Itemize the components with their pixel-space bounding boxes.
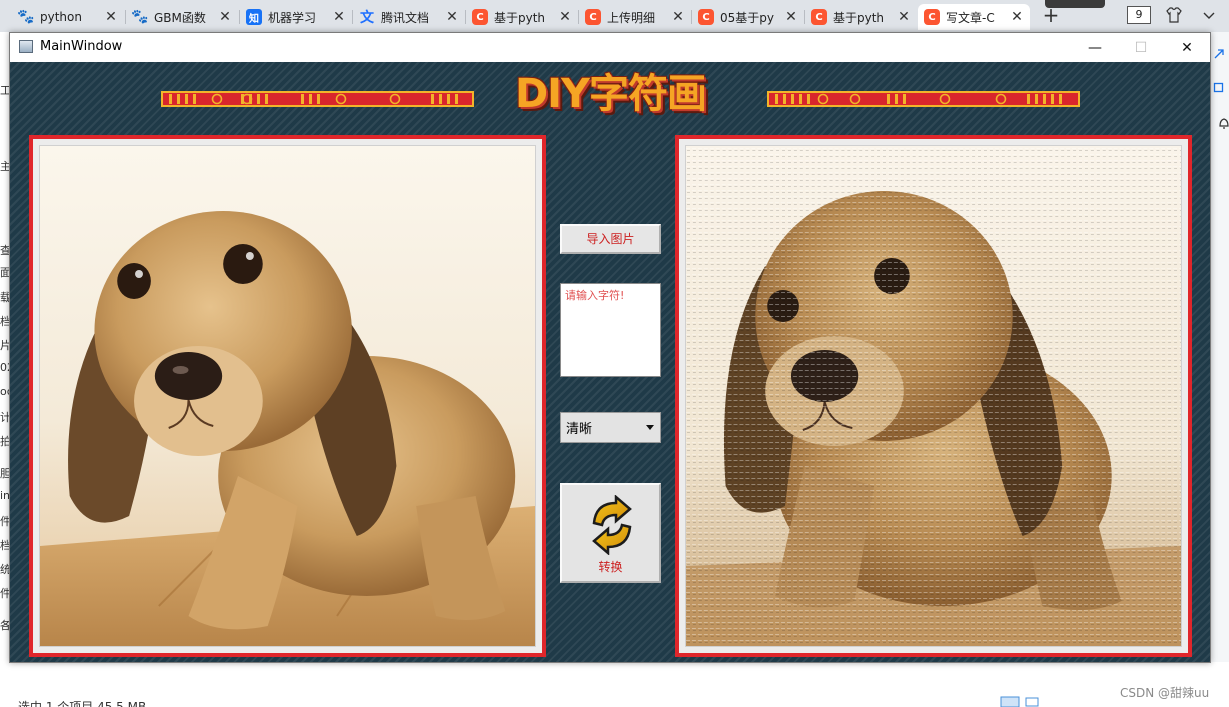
- paw-icon: 🐾: [131, 9, 149, 25]
- convert-button[interactable]: 转换: [560, 483, 661, 583]
- shirt-icon[interactable]: [1165, 6, 1183, 24]
- clarity-select-value: 清晰: [566, 422, 593, 437]
- tab-title: 基于pyth: [494, 10, 546, 25]
- close-icon[interactable]: ✕: [218, 9, 232, 25]
- source-image: [39, 145, 536, 647]
- window-title: MainWindow: [40, 39, 123, 54]
- tab-title: 写文章-C: [946, 10, 995, 25]
- browser-tab[interactable]: C 05基于py ✕: [692, 4, 804, 30]
- browser-tab-active[interactable]: C 写文章-C ✕: [918, 4, 1030, 30]
- explorer-right-remnant: [1210, 32, 1229, 672]
- logo-text: DIY字符画: [514, 71, 707, 117]
- app-canvas: DIY字符画 导入图片 请输入字符! 清晰 转换: [10, 62, 1210, 662]
- status-text: 选中 1 个项目 45.5 MB: [18, 700, 147, 707]
- tencent-docs-icon: 文: [360, 10, 374, 26]
- clarity-select[interactable]: 清晰: [560, 412, 661, 443]
- browser-tab[interactable]: 知 机器学习 ✕: [240, 4, 352, 30]
- explorer-status-bar: 选中 1 个项目 45.5 MB CSDN @甜辣uu: [0, 662, 1229, 707]
- dropdown-arrow-icon: [646, 425, 654, 430]
- browser-tab[interactable]: C 上传明细 ✕: [579, 4, 691, 30]
- source-image-panel: [29, 135, 546, 657]
- browser-tab-strip: 🐾 python ✕ 🐾 GBM函数 ✕ 知 机器学习 ✕ 文 腾讯文档 ✕ C…: [0, 0, 1229, 32]
- close-icon[interactable]: ✕: [897, 9, 911, 25]
- chevron-down-icon[interactable]: [1200, 6, 1218, 24]
- close-icon[interactable]: ✕: [104, 9, 118, 25]
- close-window-button[interactable]: ✕: [1164, 33, 1210, 62]
- browser-tab[interactable]: 文 腾讯文档 ✕: [353, 4, 465, 30]
- browser-tab[interactable]: 🐾 python ✕: [12, 4, 124, 30]
- convert-button-label: 转换: [598, 560, 623, 574]
- close-icon[interactable]: ✕: [445, 9, 459, 25]
- csdn-icon: C: [924, 9, 940, 25]
- browser-tab[interactable]: 🐾 GBM函数 ✕: [126, 4, 238, 30]
- bell-icon[interactable]: [1218, 116, 1229, 130]
- new-tab-button[interactable]: +: [1040, 4, 1062, 28]
- tab-title: 腾讯文档: [381, 10, 430, 25]
- close-icon[interactable]: ✕: [558, 9, 572, 25]
- app-logo: DIY字符画: [498, 66, 723, 122]
- import-image-button[interactable]: 导入图片: [560, 224, 661, 254]
- csdn-icon: C: [811, 9, 827, 25]
- csdn-icon: C: [472, 9, 488, 25]
- tab-title: 机器学习: [268, 10, 317, 25]
- app-window-icon: [19, 40, 33, 53]
- watermark-text: CSDN @甜辣uu: [1120, 686, 1210, 700]
- result-image-panel: [675, 135, 1192, 657]
- tab-title: GBM函数: [154, 10, 206, 25]
- character-input[interactable]: [560, 283, 661, 377]
- zhihu-icon: 知: [246, 9, 262, 25]
- copy-icon[interactable]: [1213, 82, 1225, 94]
- tab-title: 05基于py: [720, 10, 774, 25]
- left-ornament-bar: [161, 91, 474, 107]
- result-image: [685, 145, 1182, 647]
- puppy-photo: [40, 146, 535, 646]
- tab-count-badge[interactable]: 9: [1127, 6, 1151, 24]
- close-icon[interactable]: ✕: [1010, 9, 1024, 25]
- tab-title: python: [40, 10, 82, 24]
- close-icon[interactable]: ✕: [784, 9, 798, 25]
- close-icon[interactable]: ✕: [332, 9, 346, 25]
- browser-tab[interactable]: C 基于pyth ✕: [466, 4, 578, 30]
- refresh-arrows-icon: [592, 495, 632, 555]
- right-ornament-bar: [767, 91, 1080, 107]
- window-titlebar[interactable]: MainWindow — ☐ ✕: [10, 33, 1210, 62]
- paw-icon: 🐾: [17, 9, 35, 25]
- csdn-icon: C: [585, 9, 601, 25]
- expand-icon[interactable]: [1213, 48, 1225, 60]
- main-window: MainWindow — ☐ ✕ DIY字符画 导入图片 请输入字符! 清晰 转…: [9, 32, 1211, 663]
- view-mode-icons[interactable]: [1000, 696, 1040, 707]
- close-icon[interactable]: ✕: [671, 9, 685, 25]
- maximize-button[interactable]: ☐: [1118, 33, 1164, 62]
- browser-tab[interactable]: C 基于pyth ✕: [805, 4, 917, 30]
- tab-title: 基于pyth: [833, 10, 885, 25]
- ascii-art-puppy: [686, 146, 1181, 646]
- minimize-button[interactable]: —: [1072, 33, 1118, 62]
- tab-title: 上传明细: [607, 10, 656, 25]
- csdn-icon: C: [698, 9, 714, 25]
